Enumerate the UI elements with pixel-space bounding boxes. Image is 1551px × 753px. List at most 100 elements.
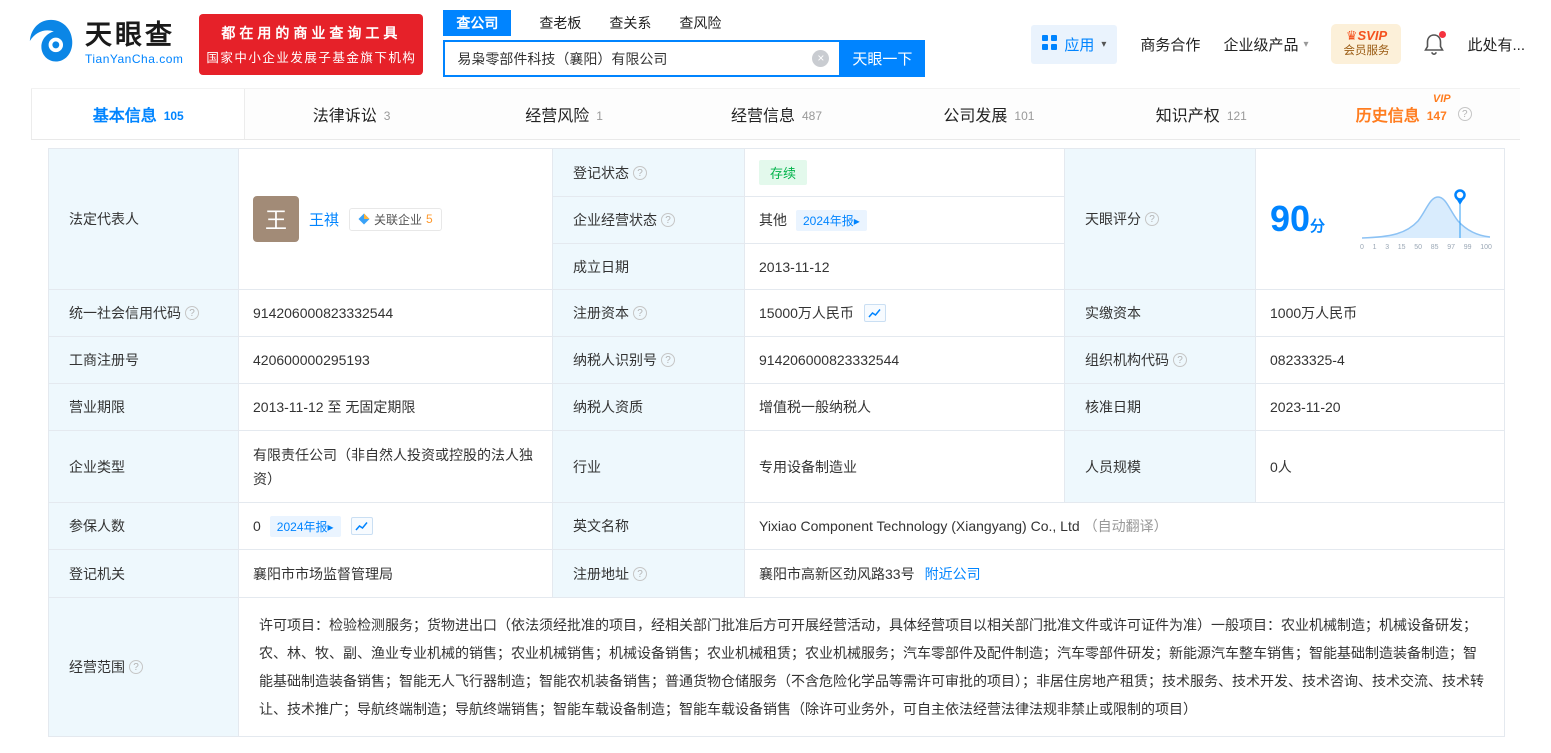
tab-business-info[interactable]: 经营信息487 — [670, 89, 882, 139]
biz-term-value: 2013-11-12 至 无固定期限 — [239, 384, 553, 431]
nearby-companies-link[interactable]: 附近公司 — [925, 564, 981, 584]
help-icon[interactable]: ? — [633, 166, 647, 180]
company-info-table: 法定代表人 王 王祺 关联企业5 登记状态? 存续 天眼评分? 90分 0131… — [48, 148, 1505, 737]
search-tab-company[interactable]: 查公司 — [443, 10, 511, 36]
tab-count: 487 — [802, 109, 822, 123]
address-value: 襄阳市高新区劲风路33号 附近公司 — [745, 550, 1505, 598]
help-icon[interactable]: ? — [129, 660, 143, 674]
search-input[interactable] — [457, 51, 812, 67]
clear-search-icon[interactable]: × — [812, 50, 829, 67]
address-label: 注册地址? — [553, 550, 745, 598]
crown-icon: ♛ — [1346, 28, 1358, 43]
svip-logo: ♛SVIP — [1343, 29, 1389, 44]
tab-count: 121 — [1227, 109, 1247, 123]
biz-term-label: 营业期限 — [49, 384, 239, 431]
company-type-value: 有限责任公司（非自然人投资或控股的法人独资） — [239, 431, 553, 503]
scope-value: 许可项目：检验检测服务；货物进出口（依法须经批准的项目，经相关部门批准后方可开展… — [239, 598, 1505, 737]
help-icon[interactable]: ? — [1173, 353, 1187, 367]
legal-rep-value: 王 王祺 关联企业5 — [239, 149, 553, 290]
tab-history-info[interactable]: VIP 历史信息 147 ? — [1308, 89, 1520, 139]
tab-basic-info[interactable]: 基本信息 105 — [31, 89, 245, 139]
help-icon[interactable]: ? — [1145, 212, 1159, 226]
org-code-label: 组织机构代码? — [1065, 337, 1256, 384]
biz-status-label: 企业经营状态? — [553, 197, 745, 244]
tab-intellectual-property[interactable]: 知识产权 121 — [1095, 89, 1307, 139]
industry-label: 行业 — [553, 431, 745, 503]
chevron-down-icon: ▾ — [1101, 39, 1106, 50]
paid-capital-label: 实缴资本 — [1065, 290, 1256, 337]
status-badge: 存续 — [759, 160, 807, 185]
help-icon[interactable]: ? — [633, 567, 647, 581]
industry-value: 专用设备制造业 — [745, 431, 1065, 503]
score-unit: 分 — [1310, 218, 1325, 235]
tab-count: 3 — [384, 109, 391, 123]
tab-count: 1 — [596, 109, 603, 123]
help-icon[interactable]: ? — [185, 306, 199, 320]
header-right: 应用 ▾ 商务合作 企业级产品 ▾ ♛SVIP 会员服务 此处有... — [1031, 24, 1525, 63]
search-tab-boss[interactable]: 查老板 — [539, 13, 581, 33]
trend-chart-icon[interactable] — [351, 517, 373, 535]
apps-label: 应用 — [1064, 34, 1094, 55]
svip-member-button[interactable]: ♛SVIP 会员服务 — [1331, 24, 1401, 63]
tab-count: 105 — [164, 109, 184, 123]
vip-badge: VIP — [1433, 93, 1451, 105]
chevron-down-icon: ▾ — [1303, 39, 1308, 50]
trend-chart-icon[interactable] — [864, 304, 886, 322]
search-button[interactable]: 天眼一下 — [839, 40, 925, 77]
business-coop-label: 商务合作 — [1140, 34, 1200, 55]
apps-menu[interactable]: 应用 ▾ — [1031, 25, 1117, 64]
insured-value: 0 2024年报▸ — [239, 503, 553, 550]
arrow-right-icon: ▸ — [854, 214, 860, 228]
promo-banner: 都在用的商业查询工具 国家中小企业发展子基金旗下机构 — [199, 14, 423, 75]
user-account[interactable]: 此处有... — [1467, 34, 1525, 55]
search-tab-relation[interactable]: 查关系 — [609, 13, 651, 33]
business-coop-link[interactable]: 商务合作 — [1140, 34, 1200, 55]
promo-line1: 都在用的商业查询工具 — [199, 23, 423, 43]
tab-label: 基本信息 — [93, 102, 157, 126]
score-axis: 0131550859799100 — [1360, 244, 1492, 251]
approval-date-value: 2023-11-20 — [1256, 384, 1505, 431]
svip-member-label: 会员服务 — [1343, 45, 1389, 58]
help-icon[interactable]: ? — [661, 353, 675, 367]
legal-rep-name-link[interactable]: 王祺 — [309, 209, 339, 230]
tab-count: 147 — [1427, 109, 1447, 123]
tab-label: 知识产权 — [1156, 102, 1220, 126]
notification-bell-icon[interactable] — [1424, 33, 1444, 55]
avatar[interactable]: 王 — [253, 196, 299, 242]
score-number: 90 — [1270, 198, 1310, 239]
section-tabs: 基本信息 105 法律诉讼3 经营风险 1 经营信息487 公司发展101 知识产权… — [31, 88, 1520, 140]
reg-authority-value: 襄阳市市场监督管理局 — [239, 550, 553, 598]
help-icon[interactable]: ? — [633, 306, 647, 320]
help-icon[interactable]: ? — [661, 213, 675, 227]
english-name-value: Yixiao Component Technology (Xiangyang) … — [745, 503, 1505, 550]
gem-icon — [358, 213, 370, 225]
english-name-label: 英文名称 — [553, 503, 745, 550]
logo-title: 天眼查 — [85, 22, 183, 49]
est-date-value: 2013-11-12 — [745, 244, 1065, 290]
enterprise-products-menu[interactable]: 企业级产品 ▾ — [1223, 34, 1308, 55]
help-icon[interactable]: ? — [1458, 107, 1472, 121]
tab-label: 经营风险 — [525, 102, 589, 126]
org-code-value: 08233325-4 — [1256, 337, 1505, 384]
tianyancha-logo[interactable]: 天眼查 TianYanCha.com — [26, 17, 183, 72]
annual-report-badge[interactable]: 2024年报▸ — [796, 210, 867, 231]
score-label: 天眼评分? — [1065, 149, 1256, 290]
search-tab-risk[interactable]: 查风险 — [679, 13, 721, 33]
tab-legal-litigation[interactable]: 法律诉讼3 — [245, 89, 457, 139]
reg-status-value: 存续 — [745, 149, 1065, 197]
scope-label: 经营范围? — [49, 598, 239, 737]
tab-company-development[interactable]: 公司发展101 — [883, 89, 1095, 139]
legal-rep-label: 法定代表人 — [49, 149, 239, 290]
header: 天眼查 TianYanCha.com 都在用的商业查询工具 国家中小企业发展子基… — [0, 0, 1551, 88]
logo-subtitle: TianYanCha.com — [85, 52, 183, 66]
tab-count: 101 — [1014, 109, 1034, 123]
score-chart: 0131550859799100 — [1360, 188, 1492, 251]
annual-report-badge[interactable]: 2024年报▸ — [270, 516, 341, 537]
tab-label: 历史信息 — [1356, 102, 1420, 126]
taxpayer-id-value: 914206000823332544 — [745, 337, 1065, 384]
related-companies-link[interactable]: 关联企业5 — [349, 208, 442, 231]
search-input-wrap: × — [443, 40, 839, 77]
reg-capital-label: 注册资本? — [553, 290, 745, 337]
arrow-right-icon: ▸ — [328, 520, 334, 534]
tab-operation-risk[interactable]: 经营风险 1 — [458, 89, 670, 139]
